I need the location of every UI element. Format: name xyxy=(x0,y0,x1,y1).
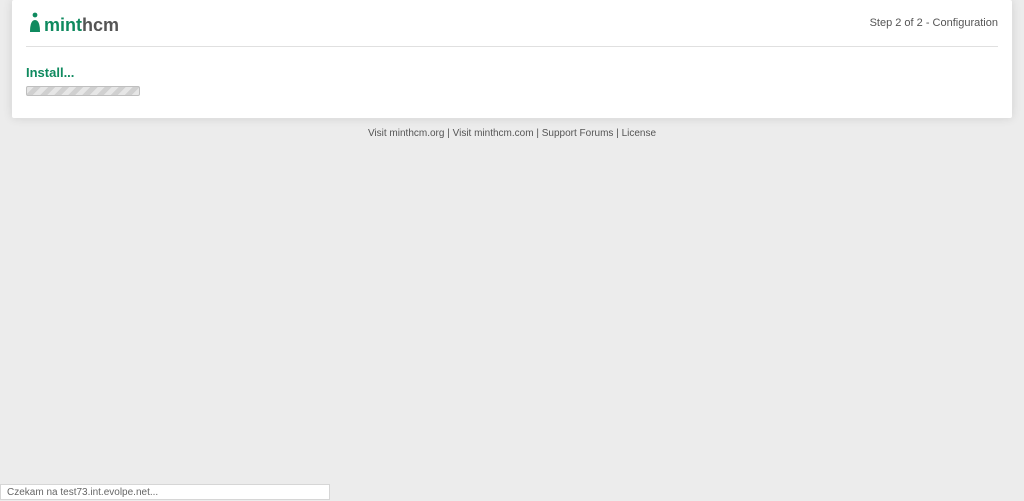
footer-link-minthcm-org[interactable]: Visit minthcm.org xyxy=(368,128,445,139)
header: minthcm Step 2 of 2 - Configuration xyxy=(12,0,1012,46)
install-progress-bar xyxy=(26,86,140,96)
install-title: Install... xyxy=(26,65,998,80)
browser-status-bar: Czekam na test73.int.evolpe.net... xyxy=(0,484,330,500)
footer-link-support-forums[interactable]: Support Forums xyxy=(542,128,614,139)
step-indicator: Step 2 of 2 - Configuration xyxy=(870,17,998,29)
minthcm-logo-icon: minthcm xyxy=(26,10,136,36)
footer-link-license[interactable]: License xyxy=(622,128,656,139)
logo-text-hcm: hcm xyxy=(82,15,119,35)
logo-text-mint: mint xyxy=(44,15,82,35)
content-area: Install... xyxy=(12,47,1012,118)
svg-text:minthcm: minthcm xyxy=(44,15,119,35)
install-card: minthcm Step 2 of 2 - Configuration Inst… xyxy=(12,0,1012,118)
footer-links: Visit minthcm.org | Visit minthcm.com | … xyxy=(0,118,1024,139)
footer-link-minthcm-com[interactable]: Visit minthcm.com xyxy=(453,128,534,139)
minthcm-logo: minthcm xyxy=(26,10,136,36)
